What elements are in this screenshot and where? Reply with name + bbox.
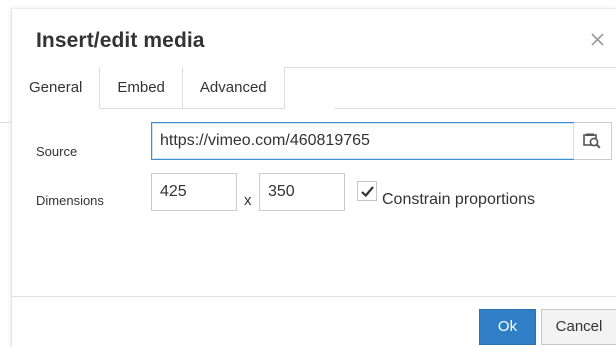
footer-divider — [12, 296, 616, 297]
tab-general[interactable]: General — [12, 67, 101, 109]
background-divider — [0, 122, 11, 123]
close-icon — [586, 25, 610, 53]
width-input[interactable] — [151, 173, 237, 211]
height-input[interactable] — [259, 173, 345, 211]
constrain-proportions-label[interactable]: Constrain proportions — [382, 191, 535, 209]
tab-bar-baseline — [334, 108, 616, 109]
page-background: Insert/edit media General Embed Advanced… — [0, 0, 616, 347]
cancel-button[interactable]: Cancel — [541, 309, 616, 345]
tab-bar: General Embed Advanced — [12, 67, 285, 109]
dialog-title: Insert/edit media — [36, 29, 205, 52]
source-label: Source — [36, 144, 78, 159]
insert-media-dialog: Insert/edit media General Embed Advanced… — [11, 8, 616, 347]
constrain-proportions-checkbox[interactable] — [357, 181, 377, 201]
tab-advanced[interactable]: Advanced — [182, 67, 285, 109]
dimensions-label: Dimensions — [36, 193, 104, 208]
close-button[interactable] — [586, 25, 610, 53]
browse-button[interactable] — [574, 122, 612, 160]
tab-embed[interactable]: Embed — [100, 67, 183, 109]
source-input[interactable] — [151, 122, 575, 160]
times-symbol: x — [244, 192, 252, 209]
ok-button[interactable]: Ok — [479, 309, 536, 345]
